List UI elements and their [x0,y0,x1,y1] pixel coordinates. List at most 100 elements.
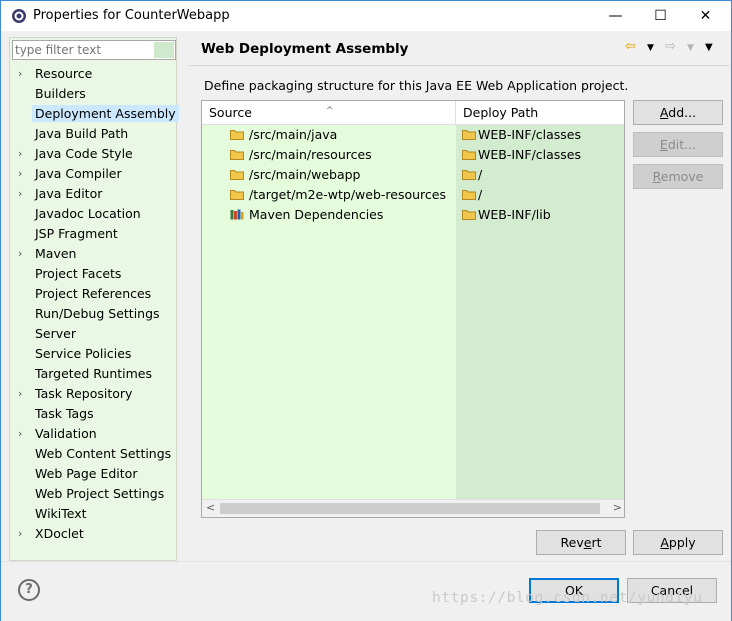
nav-item[interactable]: › Java Compiler [10,164,176,184]
nav-item[interactable]: Javadoc Location [10,204,176,224]
maximize-button[interactable]: ☐ [638,1,683,31]
nav-item-label: Resource [35,66,93,81]
nav-item[interactable]: Project Facets [10,264,176,284]
nav-item[interactable]: Web Content Settings [10,444,176,464]
nav-item[interactable]: › XDoclet [10,524,176,544]
filter-field[interactable] [12,40,176,60]
nav-item[interactable]: › Resource [10,64,176,84]
column-header-source[interactable]: Source ^ [202,101,456,125]
empty-table-row [202,225,624,245]
expand-chevron-icon[interactable]: › [18,384,22,404]
forward-menu-chevron-icon[interactable]: ▼ [687,43,694,53]
nav-item-label: JSP Fragment [35,226,118,241]
nav-item-label: Run/Debug Settings [35,306,160,321]
nav-item[interactable]: › Java Editor [10,184,176,204]
horizontal-scrollbar[interactable]: < > [202,499,624,517]
filter-input[interactable] [15,42,153,58]
deploy-path-cell [456,465,624,485]
deploy-path-cell [456,265,624,285]
nav-item[interactable]: Project References [10,284,176,304]
window-title: Properties for CounterWebapp [33,8,230,23]
deploy-path-cell[interactable]: / [456,185,624,205]
source-cell [202,285,456,305]
view-menu-icon[interactable]: ▼ [705,42,713,53]
nav-item[interactable]: Run/Debug Settings [10,304,176,324]
deploy-path-cell[interactable]: WEB-INF/classes [456,125,624,145]
expand-chevron-icon[interactable]: › [18,144,22,164]
nav-item-label: Java Editor [35,186,103,201]
table-row[interactable]: Maven Dependencies WEB-INF/lib [202,205,624,225]
source-cell: Maven Dependencies [202,205,456,225]
deploy-path-cell[interactable]: WEB-INF/lib [456,205,624,225]
nav-item[interactable]: Deployment Assembly [10,104,179,124]
column-header-deploy-path[interactable]: Deploy Path [456,101,624,125]
source-cell [202,465,456,485]
scroll-right-icon[interactable]: > [613,501,622,514]
empty-table-row [202,325,624,345]
revert-button[interactable]: Revert [536,530,626,555]
scroll-left-icon[interactable]: < [206,501,215,514]
nav-item-label: Task Repository [35,386,133,401]
expand-chevron-icon[interactable]: › [18,64,22,84]
nav-item[interactable]: Java Build Path [10,124,176,144]
nav-item[interactable]: Task Tags [10,404,176,424]
empty-table-row [202,265,624,285]
scroll-thumb[interactable] [220,503,600,514]
edit-button[interactable]: Edit... [633,132,723,157]
deploy-path-cell[interactable]: / [456,165,624,185]
deploy-path-cell [456,445,624,465]
expand-chevron-icon[interactable]: › [18,244,22,264]
nav-item-label: Targeted Runtimes [35,366,152,381]
deploy-path-cell [456,305,624,325]
clear-filter-icon[interactable] [154,42,174,58]
nav-item-label: Validation [35,426,97,441]
table-row[interactable]: /target/m2e-wtp/web-resources / [202,185,624,205]
help-icon[interactable]: ? [18,579,40,601]
folder-icon [462,149,476,160]
expand-chevron-icon[interactable]: › [18,184,22,204]
table-row[interactable]: /src/main/resources WEB-INF/classes [202,145,624,165]
nav-item[interactable]: › Java Code Style [10,144,176,164]
empty-table-row [202,345,624,365]
nav-item[interactable]: Server [10,324,176,344]
apply-button[interactable]: Apply [633,530,723,555]
expand-chevron-icon[interactable]: › [18,164,22,184]
source-cell: /src/main/java [202,125,456,145]
nav-item[interactable]: › Task Repository [10,384,176,404]
nav-item[interactable]: Web Page Editor [10,464,176,484]
forward-arrow-icon[interactable]: ⇨ [665,39,676,54]
nav-item[interactable]: Targeted Runtimes [10,364,176,384]
nav-item[interactable]: › Maven [10,244,176,264]
nav-item[interactable]: Builders [10,84,176,104]
deploy-path-cell [456,425,624,445]
table-row[interactable]: /src/main/webapp / [202,165,624,185]
add-button[interactable]: Add... [633,100,723,125]
expand-chevron-icon[interactable]: › [18,424,22,444]
deploy-path: WEB-INF/lib [478,207,551,222]
empty-table-row [202,285,624,305]
nav-item[interactable]: JSP Fragment [10,224,176,244]
empty-table-row [202,465,624,485]
back-arrow-icon[interactable]: ⇦ [625,39,636,54]
nav-item-label: Deployment Assembly [32,105,179,122]
source-cell [202,345,456,365]
deploy-path: / [478,167,483,182]
table-row[interactable]: /src/main/java WEB-INF/classes [202,125,624,145]
library-icon [230,209,244,220]
nav-item[interactable]: › Validation [10,424,176,444]
nav-item[interactable]: Service Policies [10,344,176,364]
close-button[interactable]: ✕ [683,1,728,31]
deploy-path-cell [456,405,624,425]
nav-item-label: XDoclet [35,526,84,541]
remove-button[interactable]: Remove [633,164,723,189]
nav-item[interactable]: WikiText [10,504,176,524]
back-menu-chevron-icon[interactable]: ▼ [647,43,654,53]
title-bar: Properties for CounterWebapp — ☐ ✕ [1,1,731,31]
folder-icon [462,209,476,220]
folder-icon [230,149,244,160]
minimize-button[interactable]: — [593,1,638,31]
nav-item[interactable]: Web Project Settings [10,484,176,504]
expand-chevron-icon[interactable]: › [18,524,22,544]
source-cell: /src/main/resources [202,145,456,165]
deploy-path-cell[interactable]: WEB-INF/classes [456,145,624,165]
